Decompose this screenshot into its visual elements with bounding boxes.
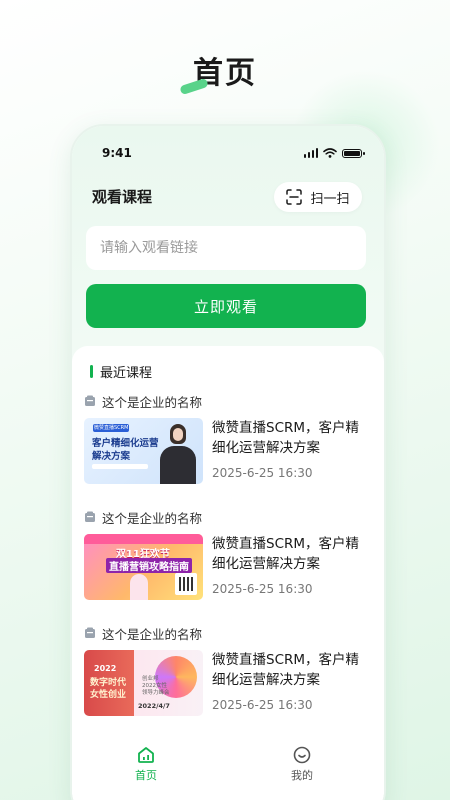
tab-bar: 首页 我的 [72, 740, 384, 794]
course-time: 2025-6-25 16:30 [212, 466, 313, 480]
thumbnail-date: 2022/4/7 [138, 702, 170, 710]
thumbnail-line-2: 直播营销攻略指南 [106, 558, 192, 573]
company-icon [85, 395, 95, 406]
course-thumbnail[interactable]: 双11狂欢节 直播营销攻略指南 [84, 534, 203, 600]
course-item[interactable]: 这个是企业的名称 2022 数字时代 女性创业 创业邦 2022女性领导力峰会 … [84, 624, 370, 734]
scan-button[interactable]: 扫一扫 [274, 182, 362, 212]
page-title: 首页 [193, 56, 257, 91]
thumbnail-year: 2022 [94, 664, 117, 673]
course-title[interactable]: 微赞直播SCRM，客户精细化运营解决方案 [212, 534, 370, 574]
qr-code-icon [175, 573, 197, 595]
watch-course-title: 观看课程 [92, 188, 153, 206]
status-time: 9:41 [102, 146, 132, 160]
watch-link-field[interactable] [86, 226, 366, 270]
recent-courses-label: 最近课程 [100, 366, 153, 381]
profile-icon [293, 746, 311, 764]
course-item[interactable]: 这个是企业的名称 双11狂欢节 直播营销攻略指南 微赞直播SCRM，客户精细化运… [84, 508, 370, 618]
course-time: 2025-6-25 16:30 [212, 582, 313, 596]
status-bar: 9:41 [72, 144, 384, 162]
recent-courses-heading: 最近课程 [90, 362, 152, 381]
thumbnail-line-2: 解决方案 [92, 451, 131, 462]
tab-home-label: 首页 [135, 769, 157, 782]
phone-frame: 9:41 观看课程 扫一扫 立即观看 最近课程 [70, 124, 386, 800]
wifi-icon [323, 148, 337, 158]
company-name: 这个是企业的名称 [102, 626, 203, 642]
course-time: 2025-6-25 16:30 [212, 698, 313, 712]
watch-now-button[interactable]: 立即观看 [86, 284, 366, 328]
battery-icon [342, 148, 365, 158]
company-icon [85, 627, 95, 638]
course-thumbnail[interactable]: 微赞直播SCRM 客户精细化运营 解决方案 [84, 418, 203, 484]
thumbnail-line-1: 客户精细化运营 [92, 438, 159, 449]
company-icon [85, 511, 95, 522]
tab-profile-label: 我的 [291, 769, 313, 782]
course-title[interactable]: 微赞直播SCRM，客户精细化运营解决方案 [212, 650, 370, 690]
course-item[interactable]: 这个是企业的名称 微赞直播SCRM 客户精细化运营 解决方案 微赞直播SCRM，… [84, 392, 370, 502]
thumbnail-caption: 创业邦 2022女性领导力峰会 [142, 676, 170, 696]
company-name: 这个是企业的名称 [102, 510, 203, 526]
scan-label: 扫一扫 [310, 191, 350, 207]
tab-profile[interactable]: 我的 [272, 746, 332, 783]
home-icon [138, 747, 154, 763]
company-name: 这个是企业的名称 [102, 394, 203, 410]
watch-link-input[interactable] [100, 240, 366, 256]
course-thumbnail[interactable]: 2022 数字时代 女性创业 创业邦 2022女性领导力峰会 2022/4/7 [84, 650, 203, 716]
heading-accent-bar [90, 365, 93, 378]
course-title[interactable]: 微赞直播SCRM，客户精细化运营解决方案 [212, 418, 370, 458]
signal-icon [303, 148, 318, 158]
recent-courses-panel: 最近课程 这个是企业的名称 微赞直播SCRM 客户精细化运营 解决方案 微赞直播… [72, 346, 384, 800]
thumbnail-tag: 微赞直播SCRM [94, 425, 129, 431]
scan-icon [286, 189, 303, 205]
thumbnail-line-2: 女性创业 [90, 690, 127, 700]
tab-home[interactable]: 首页 [116, 746, 176, 783]
